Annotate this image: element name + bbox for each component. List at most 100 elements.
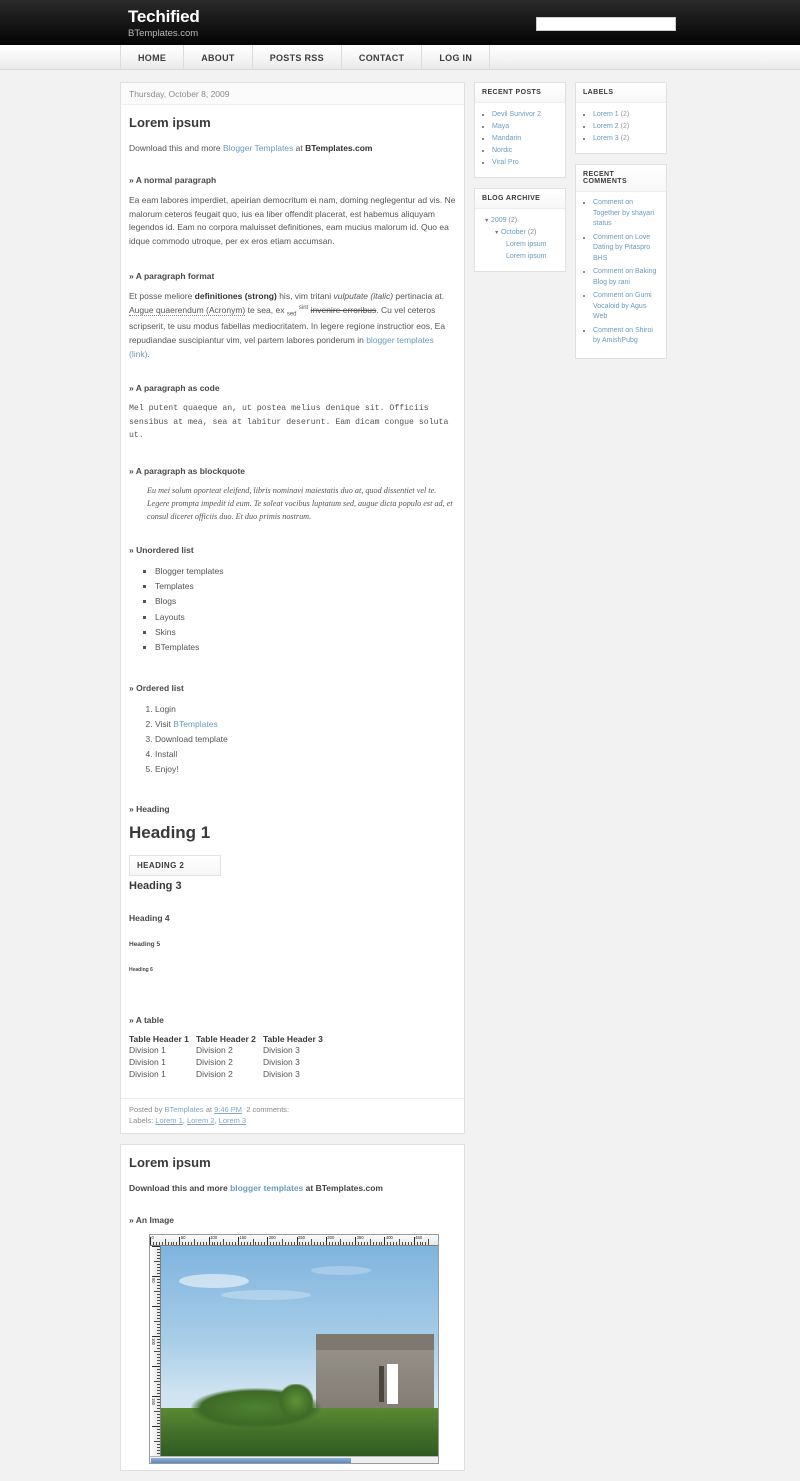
nav-posts-rss[interactable]: POSTS RSS (253, 45, 342, 70)
list-item: Download template (155, 732, 456, 747)
fmt-part-3: pertinacia at. (393, 290, 445, 301)
table-cell: Division 1 (129, 1044, 166, 1055)
post2-intro-strong: BTemplates.com (315, 1182, 383, 1193)
recent-post-item: Maya (492, 121, 558, 133)
post-title: Lorem ipsum (129, 115, 211, 130)
table-cell: Division 1 (129, 1056, 166, 1067)
archive-post-link[interactable]: Lorem ipsum (506, 241, 546, 248)
search-input[interactable] (536, 16, 676, 31)
expand-triangle-icon[interactable]: ▼ (494, 230, 501, 236)
demo-heading-4: Heading 4 (129, 912, 170, 923)
label-link[interactable]: Lorem 3 (593, 135, 619, 142)
recent-posts-list: Devil Survivor 2 Maya Mandarin Nordic Viral … (482, 109, 558, 169)
table-header-cell: Table Header 3 (263, 1033, 323, 1044)
widget-recent-posts: RECENT POSTS Devil Survivor 2 Maya Mandari… (474, 82, 566, 179)
post-meta-line: Posted by BTemplates at 9:46 PM 2 commen… (129, 1104, 456, 1116)
section-image-heading: » An Image (129, 1214, 175, 1225)
recent-comments-list: Comment on Together by shayari status Com… (583, 198, 659, 347)
widget-labels-title: LABELS (576, 83, 666, 103)
label-count: (2) (618, 111, 630, 118)
list-item: Layouts (155, 610, 456, 625)
label-link[interactable]: Lorem 1 (593, 111, 619, 118)
recent-post-item: Devil Survivor 2 (492, 109, 558, 121)
table-cell: Division 3 (263, 1044, 300, 1055)
vertical-ruler: 50 100 150 (150, 1245, 161, 1456)
normal-paragraph-text: Ea eam labores imperdiet, apeirian democ… (129, 194, 456, 247)
recent-post-link[interactable]: Nordic (492, 147, 512, 154)
list-item: Skins (155, 625, 456, 640)
post-article-2: Lorem ipsum Download this and more blogg… (120, 1143, 465, 1471)
photo-scrollbar-thumb[interactable] (151, 1457, 351, 1463)
widget-blog-archive-title: BLOG ARCHIVE (475, 189, 565, 210)
archive-count: (2) (525, 229, 537, 237)
recent-comment-item: Comment on Love Dating by Pitaspro BHS (593, 233, 659, 265)
fmt-superscript: sint (298, 304, 309, 311)
section-normal-paragraph-heading: » A normal paragraph (129, 174, 217, 185)
recent-post-link[interactable]: Viral Pro (492, 159, 519, 166)
recent-post-link[interactable]: Devil Survivor 2 (492, 111, 541, 118)
recent-comment-link[interactable]: Comment on Together by shayari status (593, 199, 654, 227)
post-time-link[interactable]: 9:46 PM (214, 1105, 242, 1114)
fmt-strikethrough: invenire erroribus (310, 304, 377, 315)
archive-post: Lorem ipsum (482, 251, 558, 263)
list-item: Blogs (155, 594, 456, 609)
post2-intro-mid: at (303, 1182, 316, 1193)
archive-post-link[interactable]: Lorem ipsum (506, 253, 546, 260)
nav-about[interactable]: ABOUT (184, 45, 253, 70)
ruler-label: 400 (385, 1234, 393, 1240)
widget-recent-comments-title: RECENT COMMENTS (576, 165, 666, 193)
table-row: Division 1 Division 2 Division 3 (129, 1068, 330, 1080)
recent-comment-link[interactable]: Comment on Shiroi by AmishPubg (593, 327, 653, 345)
fmt-part-1: Et posse meliore (129, 290, 195, 301)
ruler-label-vertical: 50 (151, 1277, 156, 1283)
search-box[interactable] (536, 13, 676, 31)
table-cell: Division 2 (196, 1068, 233, 1079)
recent-comment-link[interactable]: Comment on Baking Blog by rani (593, 268, 656, 286)
recent-comment-link[interactable]: Comment on Love Dating by Pitaspro BHS (593, 234, 650, 262)
blogger-templates-link[interactable]: Blogger Templates (223, 143, 293, 153)
recent-post-link[interactable]: Maya (492, 123, 509, 130)
widget-labels: LABELS Lorem 1 (2)Lorem 2 (2)Lorem 3 (2) (575, 82, 667, 155)
widget-blog-archive: BLOG ARCHIVE ▼ 2009 (2) ▼ October (2) Lore… (474, 188, 566, 272)
unordered-list: Blogger templatesTemplatesBlogsLayoutsSk… (129, 564, 456, 655)
nav-log-in[interactable]: LOG IN (422, 45, 491, 70)
post-labels-line: Labels: Lorem 1, Lorem 2, Lorem 3 (129, 1116, 247, 1126)
list-item: Visit BTemplates (155, 717, 456, 732)
fmt-italic: vulputate (italic) (333, 290, 394, 301)
table-cell: Division 2 (196, 1056, 233, 1067)
recent-comment-link[interactable]: Comment on Gumi Vocaloid by Agus Web (593, 292, 652, 320)
image-block: 0 50 100 150 200 250 300 350 400 450 50 100 150 (149, 1233, 456, 1464)
post-label-link[interactable]: Lorem 2 (187, 1116, 215, 1125)
section-unordered-list-heading: » Unordered list (129, 545, 194, 556)
recent-post-item: Viral Pro (492, 157, 558, 169)
table-row: Division 1 Division 2 Division 3 (129, 1056, 330, 1068)
nav-home[interactable]: HOME (120, 45, 185, 70)
intro-text-pre: Download this and more (129, 143, 224, 153)
btemplates-link[interactable]: BTemplates (173, 719, 217, 729)
archive-year-link[interactable]: 2009 (491, 217, 507, 224)
post-author-link[interactable]: BTemplates (164, 1105, 203, 1114)
post-label-link[interactable]: Lorem 3 (219, 1116, 247, 1125)
section-table-heading: » A table (129, 1014, 164, 1025)
intro-text-mid: at (293, 143, 306, 153)
blog-subtitle: BTemplates.com (128, 28, 199, 39)
post-label-link[interactable]: Lorem 1 (155, 1116, 183, 1125)
archive-month-link[interactable]: October (501, 229, 526, 236)
post-article-1: Thursday, October 8, 2009 Lorem ipsum Do… (120, 82, 465, 1134)
fmt-part-8: . (147, 348, 150, 359)
ordered-list: LoginVisit BTemplatesDownload templateIn… (129, 702, 456, 778)
label-link[interactable]: Lorem 2 (593, 123, 619, 130)
recent-post-link[interactable]: Mandarin (492, 135, 521, 142)
ruler-label: 450 (415, 1234, 423, 1240)
fmt-part-4: te sea, ex (245, 304, 287, 315)
paragraph-format-text: Et posse meliore definitiones (strong) h… (129, 290, 456, 361)
post2-blogger-templates-link[interactable]: blogger templates (230, 1183, 303, 1193)
comments-count[interactable]: 2 comments: (246, 1105, 289, 1114)
expand-triangle-icon[interactable]: ▼ (484, 218, 491, 224)
site-header: Techified BTemplates.com (0, 0, 800, 45)
demo-heading-2: HEADING 2 (129, 854, 221, 876)
nav-contact[interactable]: CONTACT (342, 45, 423, 70)
widget-recent-comments: RECENT COMMENTS Comment on Together by s… (575, 164, 667, 359)
photo-scrollbar[interactable] (150, 1455, 438, 1463)
section-paragraph-format-heading: » A paragraph format (129, 270, 215, 281)
